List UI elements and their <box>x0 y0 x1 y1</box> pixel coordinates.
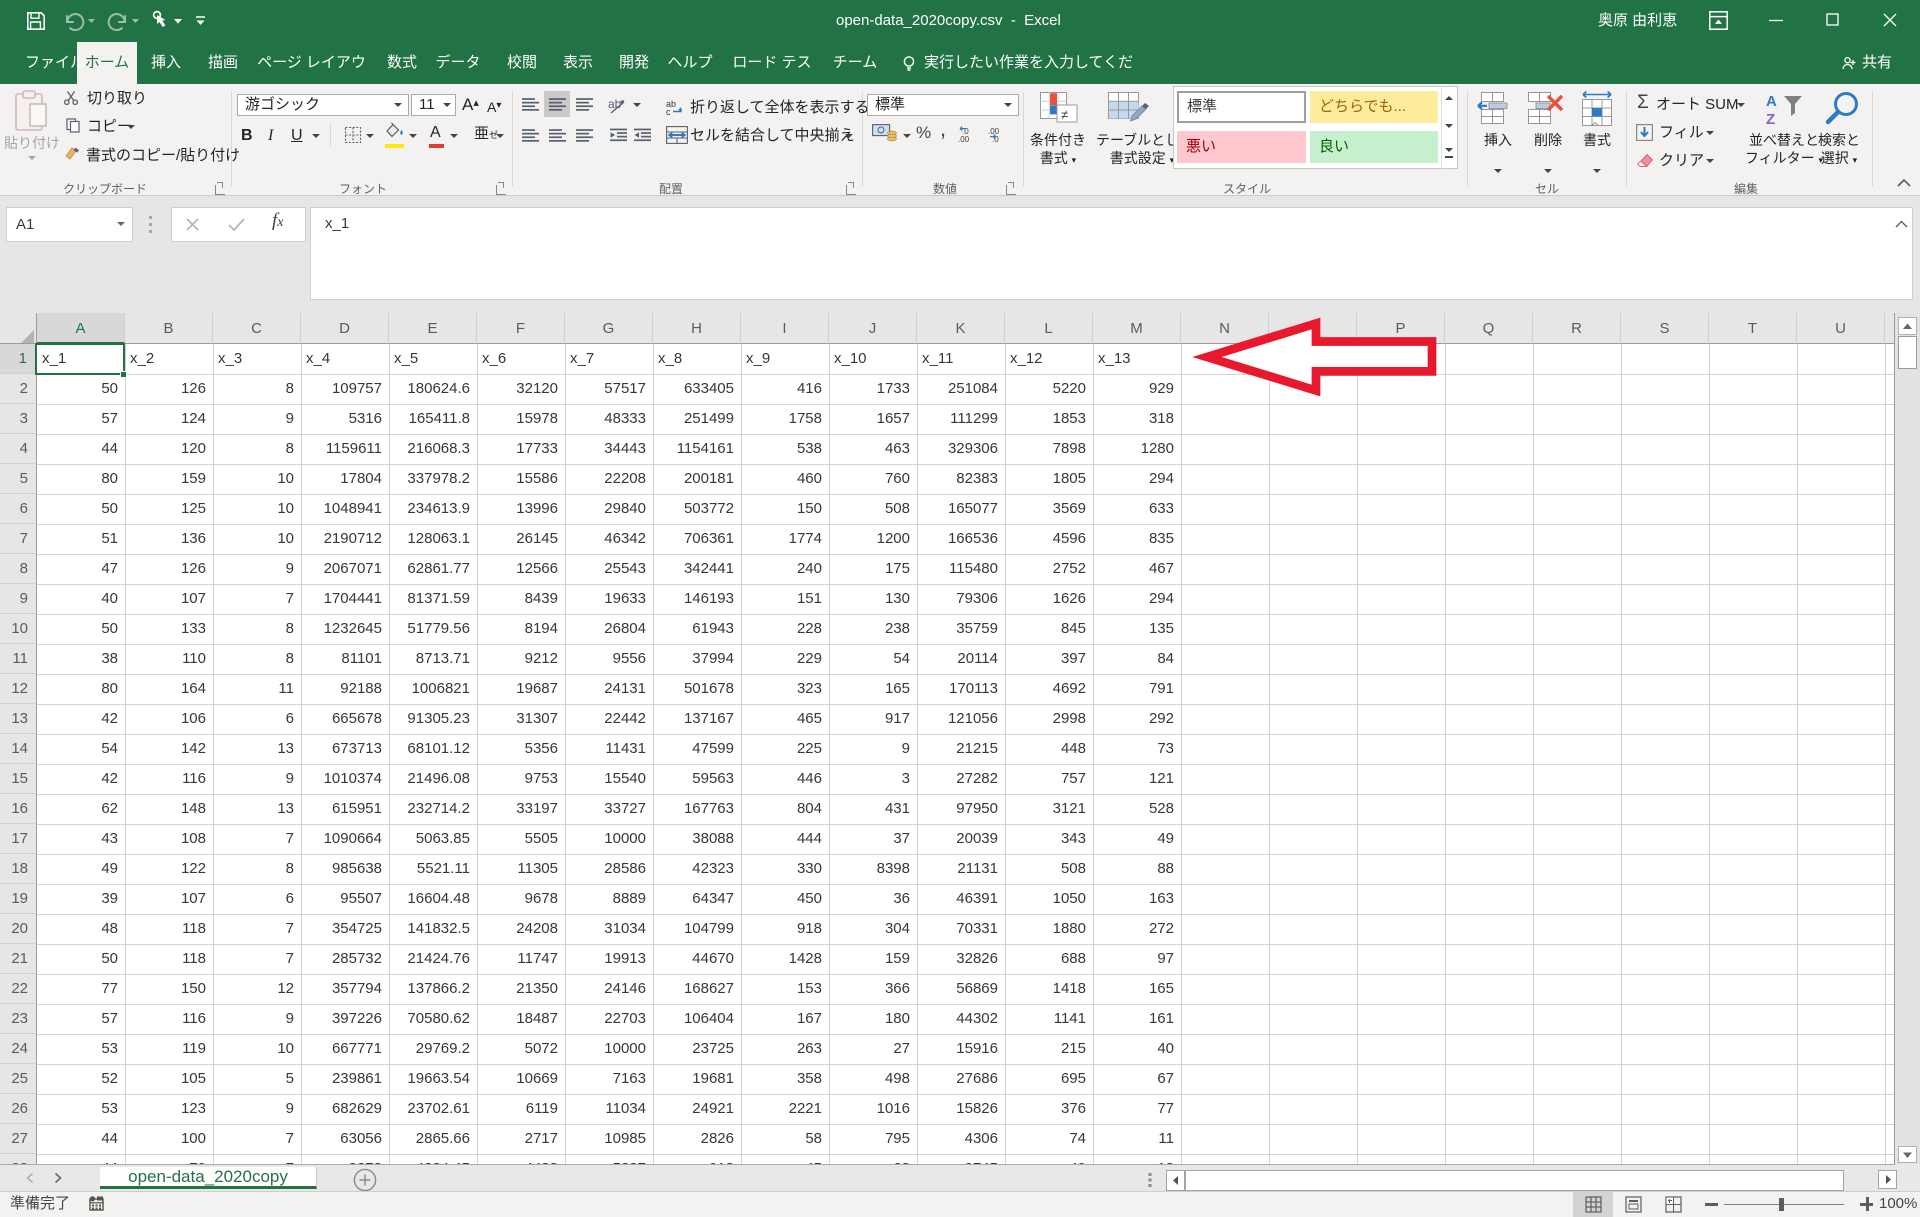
svg-text:A: A <box>1766 93 1777 110</box>
svg-text:.00: .00 <box>958 135 970 142</box>
svg-text:≠: ≠ <box>1061 107 1068 122</box>
svg-text:Z: Z <box>1766 111 1775 128</box>
svg-text:c: c <box>666 107 671 116</box>
